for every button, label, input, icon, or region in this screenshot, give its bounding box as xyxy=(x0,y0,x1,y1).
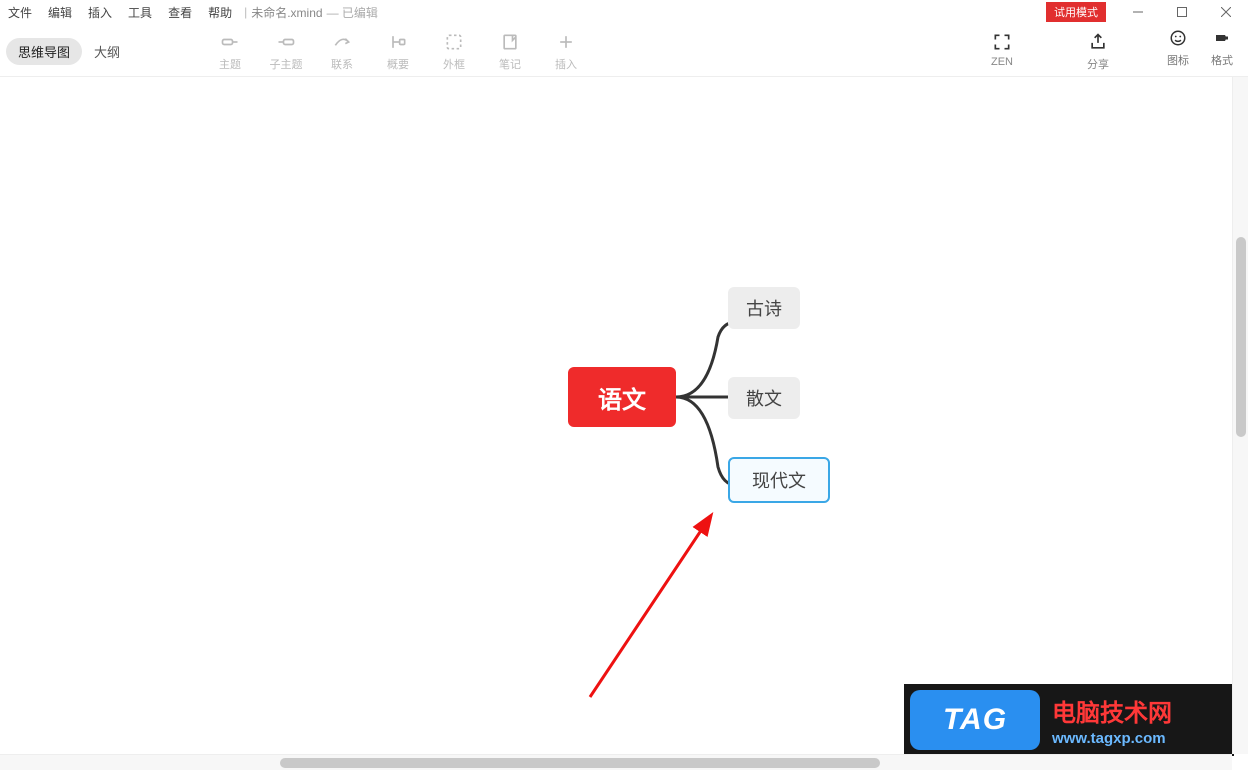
workarea: 语文 古诗 散文 现代文 TAG 电脑技术网 www.tagxp.com xyxy=(0,76,1248,770)
window-controls xyxy=(1116,0,1248,24)
document-title: 未命名.xmind xyxy=(251,4,322,21)
relationship-icon xyxy=(332,28,352,56)
separator: | xyxy=(244,5,247,19)
relationship-label: 联系 xyxy=(331,56,353,72)
zen-label: ZEN xyxy=(991,56,1013,68)
connector-lines xyxy=(568,287,868,587)
far-right-tools: 图标 格式 xyxy=(1156,24,1244,68)
share-button[interactable]: 分享 xyxy=(1070,28,1126,72)
boundary-icon xyxy=(444,28,464,56)
icons-label: 图标 xyxy=(1167,52,1189,68)
titlebar: 文件 编辑 插入 工具 查看 帮助 | 未命名.xmind — 已编辑 试用模式 xyxy=(0,0,1248,24)
boundary-button[interactable]: 外框 xyxy=(426,28,482,72)
watermark-line1: 电脑技术网 xyxy=(1052,693,1234,728)
close-button[interactable] xyxy=(1204,0,1248,24)
watermark-line2: www.tagxp.com xyxy=(1052,730,1234,747)
central-topic[interactable]: 语文 xyxy=(568,367,676,427)
format-button[interactable]: 格式 xyxy=(1200,24,1244,68)
relationship-button[interactable]: 联系 xyxy=(314,28,370,72)
menu-insert[interactable]: 插入 xyxy=(80,4,120,21)
zen-button[interactable]: ZEN xyxy=(974,28,1030,68)
watermark-text: 电脑技术网 www.tagxp.com xyxy=(1046,684,1234,756)
summary-label: 概要 xyxy=(387,56,409,72)
topic-icon xyxy=(220,28,240,56)
boundary-label: 外框 xyxy=(443,56,465,72)
tab-mindmap[interactable]: 思维导图 xyxy=(6,38,82,65)
vertical-scrollbar[interactable] xyxy=(1232,77,1248,754)
child-topic-3-editing[interactable]: 现代文 xyxy=(728,457,830,503)
horizontal-scrollbar-thumb[interactable] xyxy=(280,758,880,768)
maximize-button[interactable] xyxy=(1160,0,1204,24)
menu-file[interactable]: 文件 xyxy=(0,4,40,21)
note-button[interactable]: 笔记 xyxy=(482,28,538,72)
menu-help[interactable]: 帮助 xyxy=(200,4,240,21)
topic-button[interactable]: 主题 xyxy=(202,28,258,72)
smiley-icon xyxy=(1169,24,1187,52)
document-edited-indicator: — 已编辑 xyxy=(327,4,378,21)
format-label: 格式 xyxy=(1211,52,1233,68)
insert-button[interactable]: 插入 xyxy=(538,28,594,72)
menu-tools[interactable]: 工具 xyxy=(120,4,160,21)
note-label: 笔记 xyxy=(499,56,521,72)
icons-button[interactable]: 图标 xyxy=(1156,24,1200,68)
trial-mode-badge: 试用模式 xyxy=(1046,2,1106,22)
canvas[interactable]: 语文 古诗 散文 现代文 TAG 电脑技术网 www.tagxp.com xyxy=(0,77,1248,770)
tool-group-main: 主题 子主题 联系 概要 外框 xyxy=(202,28,594,72)
close-icon xyxy=(1221,7,1231,17)
summary-icon xyxy=(388,28,408,56)
zen-icon xyxy=(992,28,1012,56)
minimize-button[interactable] xyxy=(1116,0,1160,24)
subtopic-button[interactable]: 子主题 xyxy=(258,28,314,72)
right-tools: ZEN 分享 xyxy=(974,28,1126,72)
share-icon xyxy=(1088,28,1108,56)
view-tabs: 思维导图 大纲 xyxy=(6,36,132,66)
share-label: 分享 xyxy=(1087,56,1109,72)
note-icon xyxy=(500,28,520,56)
vertical-scrollbar-thumb[interactable] xyxy=(1236,237,1246,437)
menu-view[interactable]: 查看 xyxy=(160,4,200,21)
insert-icon xyxy=(556,28,576,56)
child-topic-2[interactable]: 散文 xyxy=(728,377,800,419)
child-topic-1[interactable]: 古诗 xyxy=(728,287,800,329)
subtopic-label: 子主题 xyxy=(270,56,303,72)
topic-label: 主题 xyxy=(219,56,241,72)
horizontal-scrollbar[interactable] xyxy=(0,754,1232,770)
subtopic-icon xyxy=(276,28,296,56)
tab-outline[interactable]: 大纲 xyxy=(82,38,132,65)
watermark: TAG 电脑技术网 www.tagxp.com xyxy=(904,684,1234,756)
minimize-icon xyxy=(1133,7,1143,17)
main-menu: 文件 编辑 插入 工具 查看 帮助 xyxy=(0,0,240,24)
insert-label: 插入 xyxy=(555,56,577,72)
watermark-tag: TAG xyxy=(910,690,1040,750)
format-icon xyxy=(1213,24,1231,52)
summary-button[interactable]: 概要 xyxy=(370,28,426,72)
toolbar: 思维导图 大纲 主题 子主题 联系 概要 xyxy=(0,24,1248,76)
menu-edit[interactable]: 编辑 xyxy=(40,4,80,21)
maximize-icon xyxy=(1177,7,1187,17)
